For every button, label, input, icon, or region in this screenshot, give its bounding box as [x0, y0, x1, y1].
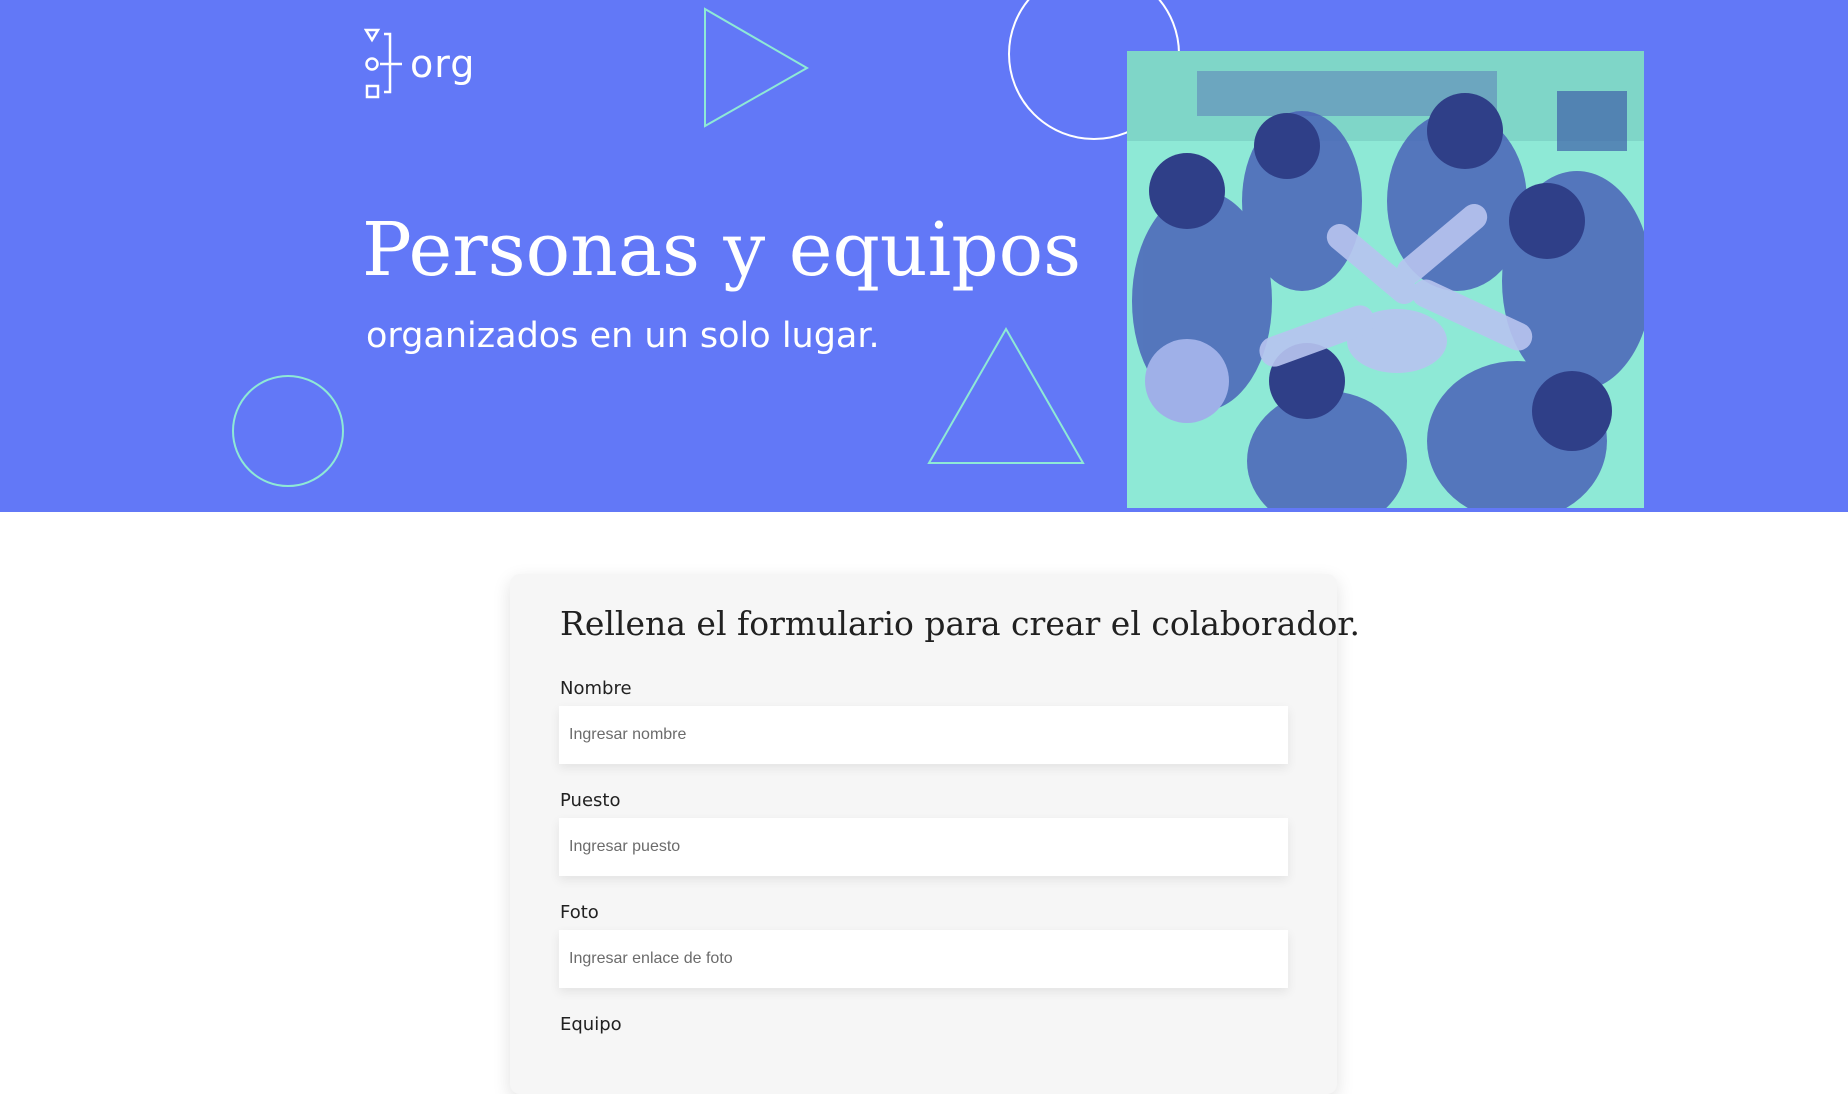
foto-input[interactable]: [559, 930, 1288, 988]
circle-outline-icon: [232, 375, 344, 487]
collaborator-form: Rellena el formulario para crear el cola…: [510, 574, 1360, 1094]
hero-banner: org Personas y equipos organizados en un…: [0, 0, 1848, 512]
team-photo: [1127, 51, 1644, 508]
puesto-input[interactable]: [559, 818, 1288, 876]
form-title: Rellena el formulario para crear el cola…: [560, 604, 1361, 643]
field-label-puesto: Puesto: [560, 790, 621, 811]
triangle-outline-icon: [704, 7, 810, 128]
logo-text: org: [410, 42, 476, 86]
org-logo-icon: [364, 28, 402, 99]
hero-title: Personas y equipos: [362, 207, 1082, 293]
nombre-input[interactable]: [559, 706, 1288, 764]
field-label-equipo: Equipo: [560, 1014, 622, 1035]
field-label-foto: Foto: [560, 902, 599, 923]
triangle-outline-icon: [927, 326, 1085, 464]
org-logo: org: [364, 26, 475, 102]
hero-subtitle: organizados en un solo lugar.: [366, 316, 880, 356]
field-label-nombre: Nombre: [560, 678, 632, 699]
